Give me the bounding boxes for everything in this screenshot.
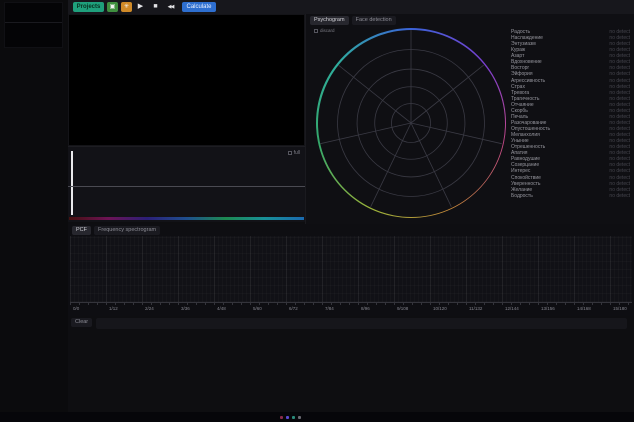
emotion-status: no detect [609, 193, 632, 199]
tab-pcf[interactable]: PCF [72, 226, 91, 235]
tab-psychogram[interactable]: Psychogram [310, 16, 349, 25]
sidebar-panel [4, 2, 63, 48]
tick-label: 13/156 [541, 306, 555, 311]
clear-track-bar [96, 318, 627, 329]
taskbar-glyphs [280, 416, 301, 419]
sidebar [0, 0, 68, 422]
psychogram-spoke [411, 123, 502, 144]
app-window: Projects ▣ ✳ ▶ ■ ◀◀ Calculate full Psych… [0, 0, 634, 422]
star-icon[interactable]: ✳ [121, 2, 132, 12]
toolbar: Projects ▣ ✳ ▶ ■ ◀◀ Calculate [68, 0, 634, 14]
calculate-button[interactable]: Calculate [182, 2, 216, 12]
stop-icon[interactable]: ■ [149, 2, 162, 12]
tab-frequency-spectrogram[interactable]: Frequency spectrogram [94, 226, 160, 235]
waveform-panel[interactable]: full [68, 146, 305, 222]
emotion-label: Бодрость [508, 193, 533, 199]
analysis-tabbar: Psychogram Face detection [306, 14, 634, 26]
full-checkbox[interactable]: full [288, 150, 300, 156]
waveform-zero-line [68, 186, 305, 187]
tick-label: 10/120 [433, 306, 447, 311]
emotion-list: Радостьno detectНаслаждениеno detectЭнту… [508, 29, 632, 199]
psychogram-chart [316, 28, 506, 218]
checkbox-icon[interactable] [288, 151, 292, 155]
tick-label: 3/36 [181, 306, 190, 311]
tick-label: 1/12 [109, 306, 118, 311]
tick-label: 9/108 [397, 306, 408, 311]
tick-label: 5/60 [253, 306, 262, 311]
clear-button[interactable]: Clear [71, 318, 92, 327]
play-icon[interactable]: ▶ [134, 2, 147, 12]
clear-section: Clear [68, 316, 634, 334]
spectrogram-section: PCF Frequency spectrogram 0/0 1/12 2/24 3/3… [68, 224, 634, 316]
psychogram-spoke [320, 123, 411, 144]
tick-label: 2/24 [145, 306, 154, 311]
psychogram-grid [316, 28, 506, 218]
tick-label: 12/144 [505, 306, 519, 311]
tick-label: 4/48 [217, 306, 226, 311]
bottom-bar [0, 412, 634, 422]
tick-label: 6/72 [289, 306, 298, 311]
spectrogram-tabbar: PCF Frequency spectrogram [68, 224, 634, 236]
full-checkbox-label: full [294, 150, 300, 156]
spectrogram-timeline[interactable] [70, 236, 632, 302]
tab-face-detection[interactable]: Face detection [352, 16, 396, 25]
video-preview [68, 14, 305, 146]
tick-label: 8/96 [361, 306, 370, 311]
spectrogram-axis [70, 302, 632, 305]
tick-label: 15/180 [613, 306, 627, 311]
waveform-color-strip [69, 217, 304, 220]
emotion-row: Бодрость no detect [508, 193, 632, 199]
analysis-panel: Psychogram Face detection discard Радост… [305, 14, 634, 224]
psychogram-spoke [338, 65, 411, 123]
image-icon[interactable]: ▣ [107, 2, 118, 12]
projects-button[interactable]: Projects [73, 2, 104, 12]
psychogram-spoke [411, 65, 484, 123]
rewind-icon[interactable]: ◀◀ [164, 2, 177, 12]
tick-label: 14/168 [577, 306, 591, 311]
tick-label: 11/132 [469, 306, 482, 311]
playhead-marker[interactable] [71, 151, 73, 215]
tick-label: 7/84 [325, 306, 334, 311]
sidebar-panel-divider [5, 3, 62, 23]
spectrogram-tick-labels: 0/0 1/12 2/24 3/36 4/48 5/60 6/72 7/84 8/96 9/108… [70, 306, 632, 314]
tick-label: 0/0 [73, 306, 79, 311]
